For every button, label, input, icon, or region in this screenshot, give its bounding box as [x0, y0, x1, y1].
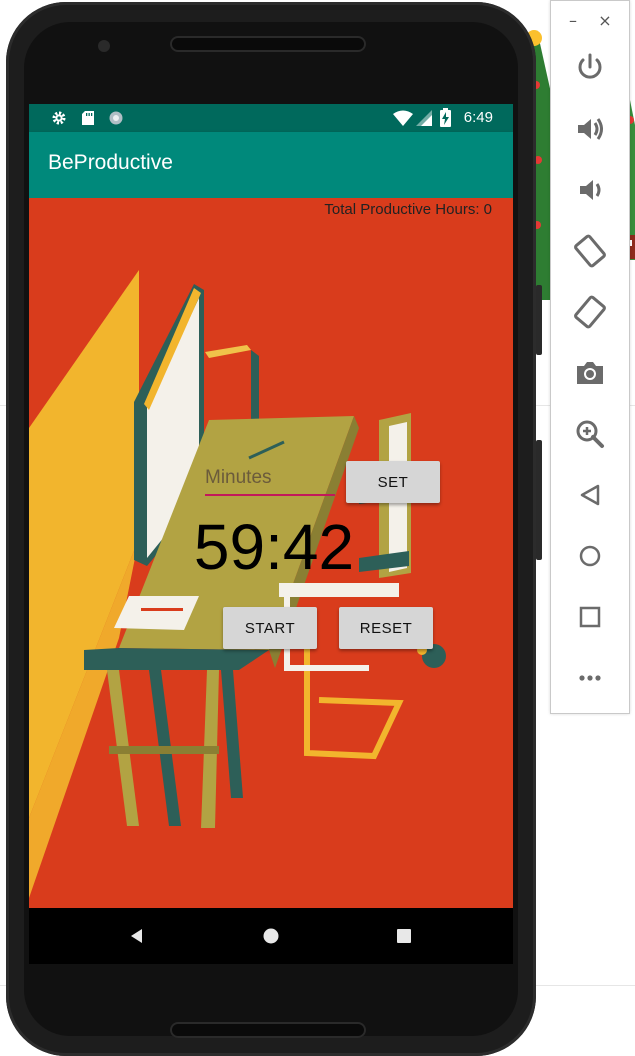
main-content: Total Productive Hours: 0 SET 59:42 STAR…	[29, 198, 513, 908]
power-icon[interactable]	[571, 49, 609, 87]
bottom-speaker	[170, 1022, 366, 1038]
rotate-left-icon[interactable]	[571, 232, 609, 270]
reset-button[interactable]: RESET	[339, 607, 433, 649]
zoom-icon[interactable]	[571, 415, 609, 453]
home-icon[interactable]	[571, 537, 609, 575]
earpiece-speaker	[170, 36, 366, 52]
wifi-icon	[393, 110, 413, 126]
close-button[interactable]: ×	[597, 13, 613, 29]
back-icon[interactable]	[571, 476, 609, 514]
rotate-right-icon[interactable]	[571, 293, 609, 331]
status-bar: 6:49	[29, 104, 513, 132]
start-button[interactable]: START	[223, 607, 317, 649]
settings-icon	[52, 111, 66, 125]
sd-card-icon	[82, 111, 94, 125]
phone-screen: 6:49 BeProductive Total Productive Hours…	[29, 104, 513, 964]
set-button[interactable]: SET	[346, 461, 440, 503]
side-power-button	[536, 440, 542, 560]
emulator-toolbar: – ×	[550, 0, 630, 714]
volume-up-icon[interactable]	[571, 110, 609, 148]
minutes-input[interactable]	[205, 462, 335, 496]
countdown-timer-display: 59:42	[193, 511, 355, 583]
camera-icon[interactable]	[571, 354, 609, 392]
minimize-button[interactable]: –	[565, 13, 581, 29]
cell-signal-icon	[416, 110, 432, 126]
front-camera	[98, 40, 110, 52]
status-clock: 6:49	[463, 109, 493, 126]
nav-home-icon[interactable]	[261, 926, 281, 946]
nav-recents-icon[interactable]	[394, 926, 414, 946]
app-bar: BeProductive	[29, 132, 513, 198]
nav-back-icon[interactable]	[127, 926, 147, 946]
more-icon[interactable]	[571, 659, 609, 697]
navigation-bar	[29, 908, 513, 964]
volume-down-icon[interactable]	[571, 171, 609, 209]
battery-charging-icon	[440, 108, 451, 127]
side-volume-button	[536, 285, 542, 355]
sync-icon	[109, 111, 123, 125]
total-productive-hours-label: Total Productive Hours: 0	[324, 201, 492, 218]
app-title: BeProductive	[48, 151, 173, 174]
overview-icon[interactable]	[571, 598, 609, 636]
